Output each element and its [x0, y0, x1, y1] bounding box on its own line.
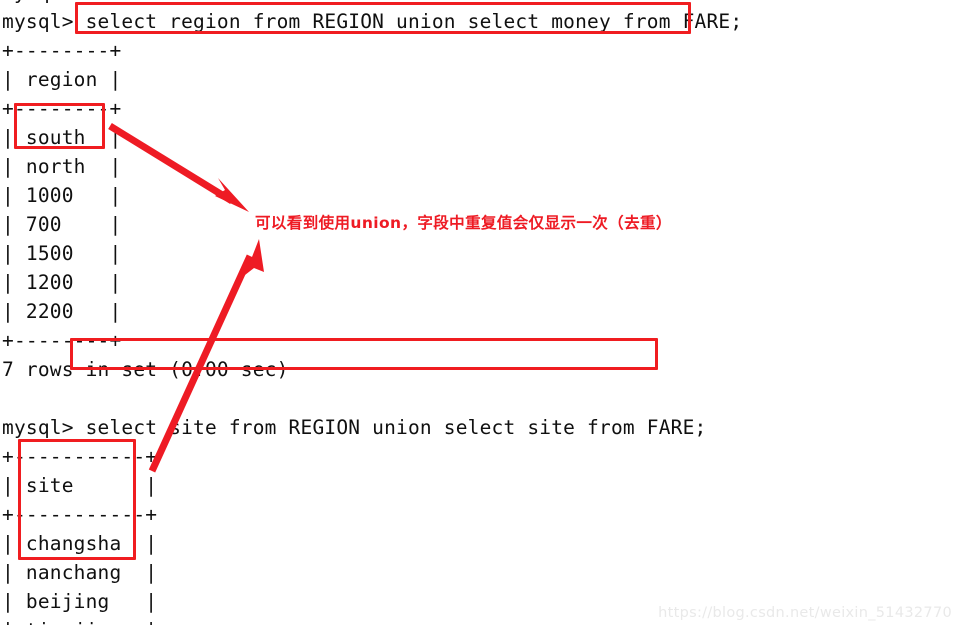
csdn-watermark: https://blog.csdn.net/weixin_51432770 [658, 605, 952, 621]
screenshot-root: mysql> mysql> select region from REGION … [0, 0, 958, 625]
highlight-box-site-values [18, 439, 136, 560]
highlight-box-query-2 [70, 338, 658, 370]
highlight-box-query-1 [75, 2, 691, 34]
highlight-box-region-values [14, 103, 105, 149]
annotation-note: 可以看到使用union，字段中重复值会仅显示一次（去重） [255, 214, 672, 232]
